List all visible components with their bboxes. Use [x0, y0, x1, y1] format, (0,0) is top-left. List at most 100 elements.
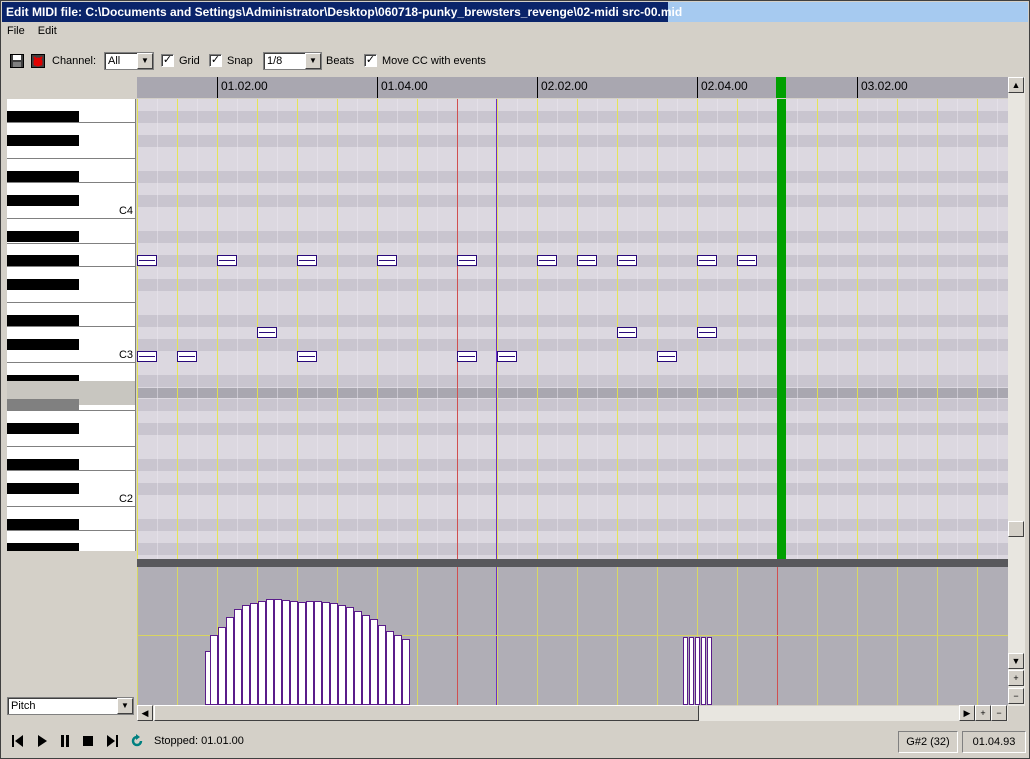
black-key[interactable] — [7, 279, 79, 290]
cc-event-bar[interactable] — [306, 601, 314, 705]
scroll-down-icon[interactable]: ▼ — [1008, 653, 1024, 669]
cc-event-bar[interactable] — [689, 637, 694, 705]
skip-end-icon[interactable] — [106, 734, 118, 748]
cc-event-bar[interactable] — [707, 637, 712, 705]
midi-note[interactable] — [377, 255, 397, 266]
cc-event-bar[interactable] — [218, 627, 226, 705]
cc-lane[interactable] — [137, 567, 1008, 705]
black-key[interactable] — [7, 135, 79, 146]
cc-event-bar[interactable] — [695, 637, 700, 705]
chevron-down-icon[interactable]: ▼ — [137, 53, 153, 69]
cc-event-bar[interactable] — [370, 619, 378, 705]
edit-cursor[interactable] — [496, 99, 497, 559]
grid-checkbox[interactable]: ✓ — [161, 54, 174, 67]
midi-note[interactable] — [617, 327, 637, 338]
midi-note[interactable] — [217, 255, 237, 266]
midi-note[interactable] — [697, 255, 717, 266]
midi-note[interactable] — [177, 351, 197, 362]
menu-edit[interactable]: Edit — [33, 22, 62, 40]
black-key[interactable] — [7, 315, 79, 326]
cc-event-bar[interactable] — [701, 637, 706, 705]
chevron-down-icon[interactable]: ▼ — [117, 698, 133, 714]
black-key[interactable] — [7, 483, 79, 494]
cc-event-bar[interactable] — [338, 605, 346, 705]
vertical-scrollbar[interactable]: ▲ ▼ + − — [1008, 77, 1025, 706]
move-cc-checkbox[interactable]: ✓ — [364, 54, 377, 67]
cc-event-bar[interactable] — [274, 599, 282, 705]
cc-event-bar[interactable] — [354, 611, 362, 705]
cc-type-select[interactable]: Pitch ▼ — [7, 697, 134, 715]
midi-note[interactable] — [297, 351, 317, 362]
midi-note[interactable] — [497, 351, 517, 362]
cc-event-bar[interactable] — [402, 639, 410, 705]
horizontal-scrollbar[interactable]: ◀ ▶ + − — [137, 705, 1008, 721]
cc-event-bar[interactable] — [210, 635, 218, 705]
zoom-in-horizontal-icon[interactable]: + — [975, 705, 991, 721]
midi-note[interactable] — [137, 351, 157, 362]
midi-note[interactable] — [537, 255, 557, 266]
midi-note[interactable] — [457, 351, 477, 362]
cc-event-bar[interactable] — [362, 615, 370, 705]
selected-key[interactable] — [7, 399, 79, 410]
pause-icon[interactable] — [59, 734, 71, 748]
midi-note[interactable] — [457, 255, 477, 266]
midi-delete-icon[interactable] — [31, 54, 45, 68]
cc-event-bar[interactable] — [234, 609, 242, 705]
midi-note[interactable] — [257, 327, 277, 338]
zoom-out-horizontal-icon[interactable]: − — [991, 705, 1007, 721]
cc-event-bar[interactable] — [394, 635, 402, 705]
cc-event-bar[interactable] — [258, 601, 266, 705]
black-key[interactable] — [7, 459, 79, 470]
timeline-ruler[interactable]: 01.02.00 01.04.00 02.02.00 02.04.00 03.02.00 — [137, 77, 1008, 98]
cc-event-bar[interactable] — [298, 602, 306, 705]
menu-file[interactable]: File — [2, 22, 30, 40]
cc-event-bar[interactable] — [250, 603, 258, 705]
piano-roll-grid[interactable] — [137, 99, 1008, 559]
pane-splitter[interactable] — [137, 559, 1008, 567]
cc-event-bar[interactable] — [226, 617, 234, 705]
cc-event-bar[interactable] — [314, 601, 322, 705]
black-key[interactable] — [7, 339, 79, 350]
cc-event-bar[interactable] — [242, 605, 250, 705]
cc-event-bar[interactable] — [330, 603, 338, 705]
midi-note[interactable] — [657, 351, 677, 362]
snap-select[interactable]: 1/8 ▼ — [263, 52, 322, 70]
channel-select[interactable]: All ▼ — [104, 52, 154, 70]
black-key[interactable] — [7, 195, 79, 206]
black-key[interactable] — [7, 171, 79, 182]
cc-event-bar[interactable] — [386, 631, 394, 705]
cc-event-bar[interactable] — [378, 625, 386, 705]
playhead[interactable] — [777, 99, 786, 559]
cc-event-bar[interactable] — [322, 602, 330, 705]
black-key[interactable] — [7, 111, 79, 122]
zoom-out-vertical-icon[interactable]: − — [1008, 688, 1024, 704]
play-icon[interactable] — [36, 734, 48, 748]
black-key[interactable] — [7, 255, 79, 266]
black-key[interactable] — [7, 543, 79, 551]
zoom-in-vertical-icon[interactable]: + — [1008, 670, 1024, 686]
scroll-left-icon[interactable]: ◀ — [137, 705, 153, 721]
midi-note[interactable] — [577, 255, 597, 266]
black-key[interactable] — [7, 423, 79, 434]
piano-keyboard[interactable]: C4 C3 C2 — [7, 99, 136, 551]
cc-event-bar[interactable] — [290, 601, 298, 705]
cc-event-bar[interactable] — [282, 600, 290, 705]
scroll-up-icon[interactable]: ▲ — [1008, 77, 1024, 93]
midi-note[interactable] — [697, 327, 717, 338]
cc-event-bar[interactable] — [683, 637, 688, 705]
loop-icon[interactable] — [130, 734, 144, 748]
cc-event-bar[interactable] — [266, 599, 274, 705]
scroll-right-icon[interactable]: ▶ — [959, 705, 975, 721]
playhead-marker[interactable] — [776, 77, 786, 98]
chevron-down-icon[interactable]: ▼ — [305, 53, 321, 69]
midi-note[interactable] — [737, 255, 757, 266]
black-key[interactable] — [7, 519, 79, 530]
cc-event-bar[interactable] — [346, 607, 354, 705]
black-key[interactable] — [7, 231, 79, 242]
midi-note[interactable] — [137, 255, 157, 266]
midi-note[interactable] — [297, 255, 317, 266]
stop-icon[interactable] — [82, 734, 94, 748]
skip-start-icon[interactable] — [12, 734, 24, 748]
save-icon[interactable] — [10, 54, 24, 68]
scroll-thumb-horizontal[interactable] — [154, 705, 699, 721]
